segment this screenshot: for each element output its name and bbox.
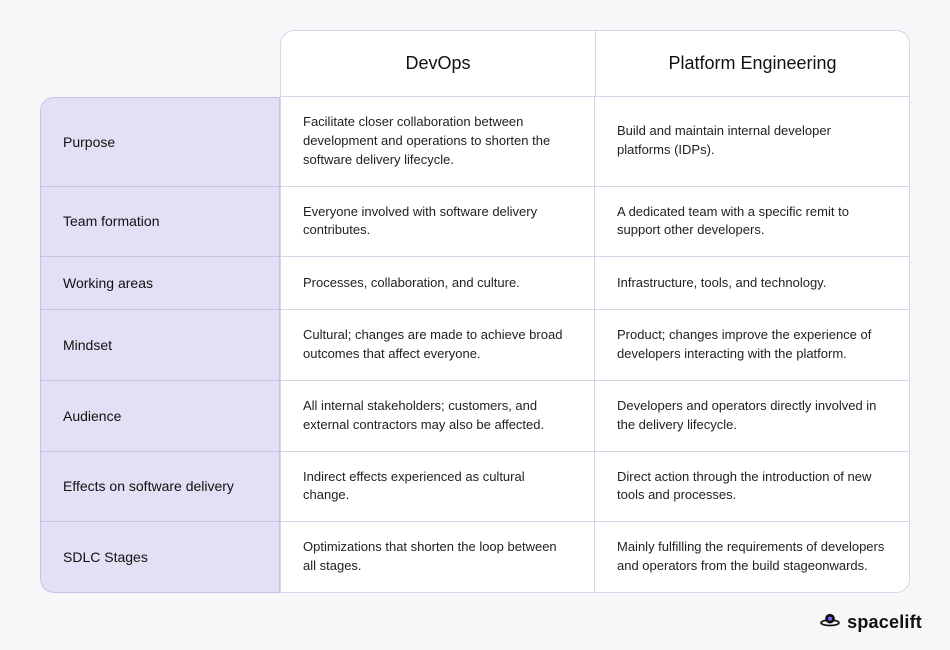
brand-name: spacelift [847,612,922,633]
cell-platform-engineering: Mainly fulfilling the requirements of de… [595,522,910,593]
brand-logo: spacelift [819,609,922,636]
cell-platform-engineering: Developers and operators directly involv… [595,381,910,452]
cell-devops: Everyone involved with software delivery… [280,187,595,258]
table-row: Working areasProcesses, collaboration, a… [40,257,910,310]
cell-devops: Cultural; changes are made to achieve br… [280,310,595,381]
column-header-devops: DevOps [280,30,595,97]
cell-devops: All internal stakeholders; customers, an… [280,381,595,452]
table-header-row: DevOps Platform Engineering [40,30,910,97]
table-row: Team formationEveryone involved with sof… [40,187,910,258]
cell-platform-engineering: Infrastructure, tools, and technology. [595,257,910,310]
table-row: PurposeFacilitate closer collaboration b… [40,97,910,187]
row-label: Purpose [40,97,280,187]
column-header-platform-engineering: Platform Engineering [595,30,910,97]
table-row: AudienceAll internal stakeholders; custo… [40,381,910,452]
table-row: SDLC StagesOptimizations that shorten th… [40,522,910,593]
cell-devops: Optimizations that shorten the loop betw… [280,522,595,593]
cell-platform-engineering: Product; changes improve the experience … [595,310,910,381]
cell-devops: Indirect effects experienced as cultural… [280,452,595,523]
cell-platform-engineering: Direct action through the introduction o… [595,452,910,523]
table-row: MindsetCultural; changes are made to ach… [40,310,910,381]
table-row: Effects on software deliveryIndirect eff… [40,452,910,523]
cell-platform-engineering: A dedicated team with a specific remit t… [595,187,910,258]
row-label: Working areas [40,257,280,310]
cell-devops: Facilitate closer collaboration between … [280,97,595,187]
comparison-table: DevOps Platform Engineering PurposeFacil… [40,30,910,593]
row-label: Effects on software delivery [40,452,280,523]
row-label: Team formation [40,187,280,258]
row-label: Mindset [40,310,280,381]
row-label: SDLC Stages [40,522,280,593]
cell-platform-engineering: Build and maintain internal developer pl… [595,97,910,187]
spacelift-icon [819,609,841,636]
row-label: Audience [40,381,280,452]
header-blank [40,30,280,97]
cell-devops: Processes, collaboration, and culture. [280,257,595,310]
